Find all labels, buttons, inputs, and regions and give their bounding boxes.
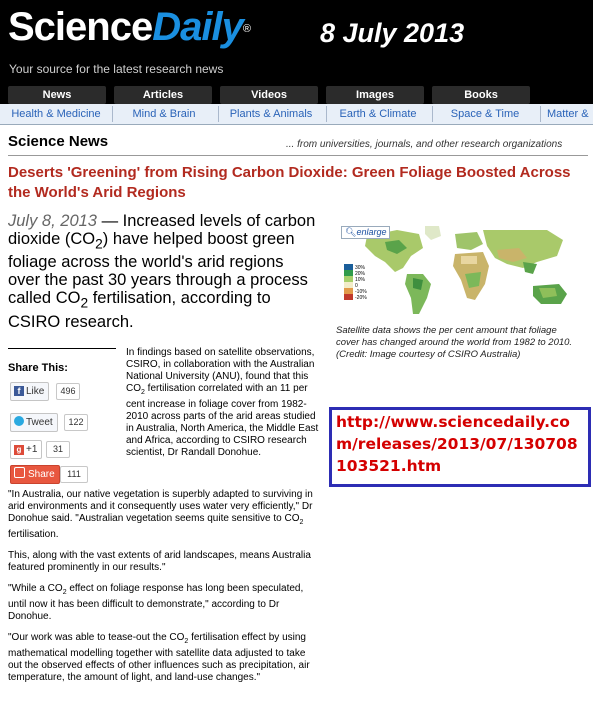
plusone-count: 31 [46, 441, 70, 458]
paragraph: "While a CO2 effect on foliage response … [8, 583, 304, 622]
section-title: Science News [8, 133, 109, 150]
article-body-column: In findings based on satellite observati… [126, 347, 326, 468]
site-tagline: Your source for the latest research news [9, 62, 224, 76]
like-count: 496 [56, 383, 80, 400]
paragraph: "In Australia, our native vegetation is … [8, 489, 313, 540]
paragraph: In findings based on satellite observati… [126, 347, 319, 458]
legend-label: -20% [355, 295, 367, 301]
section-divider [8, 155, 588, 156]
nav-plants-animals[interactable]: Plants & Animals [218, 106, 323, 122]
paragraph: "Our work was able to tease-out the CO2 … [8, 632, 310, 683]
magnifier-icon: 🔍︎ [345, 227, 357, 237]
nav-videos[interactable]: Videos [220, 86, 318, 104]
nav-health-medicine[interactable]: Health & Medicine [4, 106, 108, 122]
lead-divider [8, 348, 116, 349]
nav-articles[interactable]: Articles [114, 86, 212, 104]
nav-space-time[interactable]: Space & Time [432, 106, 537, 122]
share-icon [14, 467, 25, 478]
share-button[interactable]: Share [10, 465, 60, 484]
nav-mind-brain[interactable]: Mind & Brain [112, 106, 215, 122]
article-lead: July 8, 2013 — Increased levels of carbo… [8, 212, 316, 331]
google-plus-icon: g [14, 445, 24, 455]
date-overlay: 8 July 2013 [320, 18, 465, 48]
enlarge-link[interactable]: 🔍︎enlarge [341, 226, 391, 239]
tweet-button[interactable]: Tweet [10, 413, 58, 432]
facebook-like-button[interactable]: f Like [10, 382, 50, 401]
source-url[interactable]: http://www.sciencedaily.com/releases/201… [336, 411, 586, 477]
share-count: 111 [60, 466, 88, 483]
nav-matter-energy[interactable]: Matter & [540, 106, 593, 122]
section-subtitle: ... from universities, journals, and oth… [286, 139, 563, 150]
paragraph: This, along with the vast extents of ari… [8, 550, 311, 573]
twitter-icon [14, 416, 24, 426]
nav-images[interactable]: Images [326, 86, 424, 104]
article-body: "In Australia, our native vegetation is … [8, 489, 320, 693]
nav-earth-climate[interactable]: Earth & Climate [326, 106, 429, 122]
facebook-icon: f [14, 386, 24, 396]
tweet-count: 122 [64, 414, 88, 431]
figure-caption: Satellite data shows the per cent amount… [336, 325, 573, 360]
nav-overflow [540, 86, 593, 104]
article-headline: Deserts 'Greening' from Rising Carbon Di… [8, 164, 571, 201]
nav-books[interactable]: Books [432, 86, 530, 104]
article-date: July 8, 2013 [8, 212, 97, 230]
nav-news[interactable]: News [8, 86, 106, 104]
google-plus-button[interactable]: g +1 [10, 440, 43, 459]
share-title: Share This: [8, 362, 68, 374]
sciencedaily-logo[interactable]: ScienceDaily® [8, 2, 251, 52]
